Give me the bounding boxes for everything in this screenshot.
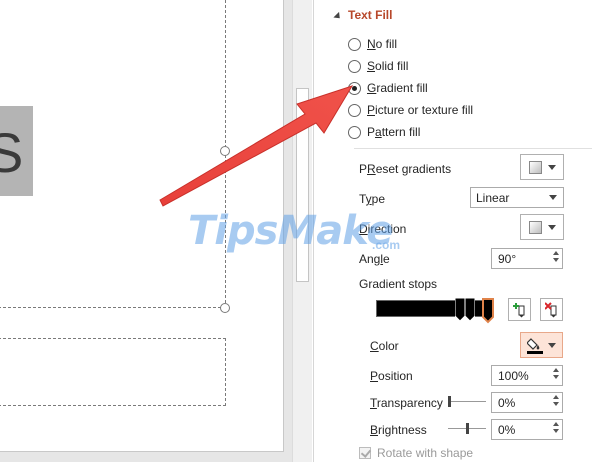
color-label: Color	[370, 339, 399, 353]
text-fill-section-header[interactable]: Text Fill	[333, 8, 393, 22]
chevron-down-icon	[548, 342, 556, 348]
remove-gradient-stop-button[interactable]	[540, 298, 563, 321]
transparency-value: 0%	[498, 395, 516, 410]
angle-value: 90°	[498, 251, 517, 266]
gradient-direction-icon	[528, 220, 542, 234]
brightness-slider[interactable]	[448, 423, 486, 435]
spin-up-icon[interactable]	[553, 395, 559, 399]
position-label: Position	[370, 369, 413, 383]
type-label: Type	[359, 192, 386, 206]
angle-spinner[interactable]: 90°	[491, 248, 563, 269]
radio-picture-fill[interactable]: Picture or texture fill	[348, 101, 473, 119]
textbox-placeholder[interactable]	[0, 338, 226, 406]
rotate-with-shape-label: Rotate with shape	[377, 446, 474, 460]
watermark-suffix: .com	[372, 238, 401, 252]
radio-label: Solid fill	[367, 59, 409, 73]
spin-up-icon[interactable]	[553, 368, 559, 372]
brightness-label: Brightness	[370, 423, 427, 437]
preset-gradients-button[interactable]	[520, 154, 564, 180]
remove-stop-icon	[544, 301, 556, 317]
position-value: 100%	[498, 368, 529, 383]
radio-gradient-fill[interactable]: Gradient fill	[348, 79, 428, 97]
gradient-stops-label: Gradient stops	[359, 277, 438, 291]
section-title: Text Fill	[348, 8, 393, 22]
radio-circle-icon	[348, 37, 361, 51]
color-picker-button[interactable]	[520, 332, 563, 358]
transparency-spinner[interactable]: 0%	[491, 392, 563, 413]
gradient-stop-handle[interactable]	[455, 298, 465, 322]
spin-down-icon[interactable]	[553, 375, 559, 379]
gradient-stop-handle[interactable]	[465, 298, 475, 322]
radio-pattern-fill[interactable]: Pattern fill	[348, 123, 420, 141]
add-gradient-stop-button[interactable]	[508, 298, 531, 321]
type-dropdown[interactable]: Linear	[470, 187, 564, 208]
position-spinner[interactable]: 100%	[491, 365, 563, 386]
checkbox-checked-icon	[359, 447, 371, 459]
chevron-down-icon	[547, 224, 556, 230]
transparency-slider[interactable]	[448, 396, 486, 408]
spin-up-icon[interactable]	[553, 251, 559, 255]
chevron-down-icon	[549, 195, 557, 200]
spin-up-icon[interactable]	[553, 422, 559, 426]
preset-gradients-label: PReset gradients	[359, 162, 452, 176]
radio-solid-fill[interactable]: Solid fill	[348, 57, 408, 75]
chevron-down-icon	[547, 164, 556, 170]
radio-label: No fill	[367, 37, 398, 51]
radio-label: Picture or texture fill	[367, 103, 474, 117]
paint-bucket-icon	[527, 337, 543, 354]
radio-circle-icon	[348, 125, 361, 139]
slider-track	[448, 401, 486, 402]
angle-label: Angle	[359, 252, 390, 266]
gradient-preview-icon	[528, 160, 542, 174]
spin-down-icon[interactable]	[553, 402, 559, 406]
type-value: Linear	[476, 190, 510, 205]
radio-no-fill[interactable]: No fill	[348, 35, 397, 53]
radio-circle-icon	[348, 103, 361, 117]
add-stop-icon	[512, 302, 524, 317]
selected-textbox[interactable]	[0, 0, 226, 308]
brightness-spinner[interactable]: 0%	[491, 419, 563, 440]
resize-handle-right[interactable]	[220, 146, 230, 156]
resize-handle-bottom-right[interactable]	[220, 303, 230, 313]
spin-down-icon[interactable]	[553, 258, 559, 262]
direction-button[interactable]	[520, 214, 564, 240]
radio-label: Gradient fill	[367, 81, 428, 95]
radio-label: Pattern fill	[367, 125, 421, 139]
slider-knob[interactable]	[448, 396, 451, 407]
transparency-label: Transparency	[370, 396, 443, 410]
radio-circle-icon	[348, 59, 361, 73]
spin-down-icon[interactable]	[553, 429, 559, 433]
watermark-logo: TipsMake	[188, 208, 394, 254]
slider-knob[interactable]	[465, 423, 469, 434]
rotate-with-shape-checkbox[interactable]: Rotate with shape	[359, 446, 473, 460]
brightness-value: 0%	[498, 422, 516, 437]
collapse-triangle-icon	[333, 11, 343, 21]
radio-selected-icon	[348, 81, 361, 95]
gradient-stops-bar[interactable]	[376, 300, 494, 317]
gradient-stop-handle-selected[interactable]	[482, 298, 494, 324]
section-divider	[354, 148, 592, 149]
